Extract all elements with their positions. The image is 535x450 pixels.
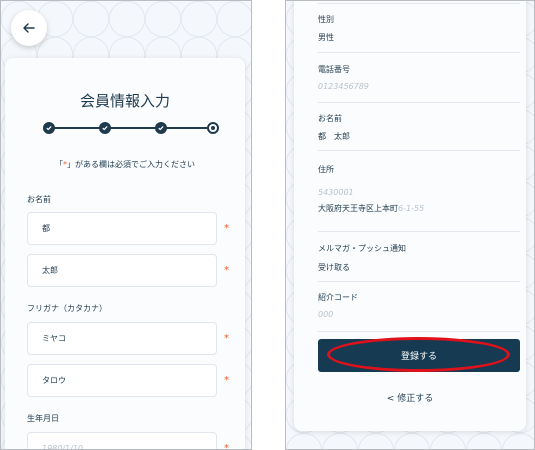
check-icon [158, 125, 164, 131]
input-screen: 会員情報入力 「*」がある欄は必須でご入力ください お名前 都 * 太郎 * フ… [0, 0, 252, 450]
required-mark: * [224, 375, 229, 386]
required-mark: * [224, 443, 229, 450]
confirm-screen: 性別 男性 電話番号 0123456789 お名前 都 太郎 住所 543000… [285, 0, 535, 450]
chevron-left-icon: < [386, 394, 395, 404]
first-name-input[interactable]: 太郎 [27, 254, 217, 287]
birth-label: 生年月日 [27, 414, 59, 423]
newsletter-value: 受け取る [318, 263, 350, 272]
divider [318, 281, 520, 282]
phone-label: 電話番号 [318, 65, 350, 74]
gender-value: 男性 [318, 33, 334, 42]
newsletter-label: メルマガ・プッシュ通知 [318, 244, 406, 253]
step-line [47, 127, 209, 129]
required-mark: * [224, 333, 229, 344]
check-icon [102, 125, 108, 131]
divider [318, 102, 520, 103]
divider [318, 52, 520, 53]
check-icon [46, 125, 52, 131]
first-kana-input[interactable]: タロウ [27, 364, 217, 397]
step-4-current [207, 122, 219, 134]
page-title: 会員情報入力 [79, 92, 170, 110]
divider [318, 231, 520, 232]
name-label: お名前 [318, 114, 342, 123]
confirm-card: 性別 男性 電話番号 0123456789 お名前 都 太郎 住所 543000… [294, 1, 526, 431]
register-button[interactable]: 登録する [318, 339, 520, 372]
name-value: 都 太郎 [318, 132, 350, 141]
step-indicator [43, 122, 219, 134]
step-3-completed [155, 122, 167, 134]
required-mark: * [224, 265, 229, 276]
required-note: 「*」がある欄は必須でご入力ください [55, 160, 195, 169]
required-mark: * [224, 223, 229, 234]
last-name-input[interactable]: 都 [27, 212, 217, 245]
address-label: 住所 [318, 165, 334, 174]
divider [318, 331, 520, 332]
address-value: 大阪府天王寺区上本町6-1-55 [318, 204, 425, 213]
name-label: お名前 [27, 195, 51, 204]
phone-value: 0123456789 [318, 82, 369, 91]
arrow-left-icon [23, 23, 35, 33]
back-button[interactable] [11, 10, 47, 46]
postal-code-value: 5430001 [318, 188, 354, 197]
step-2-completed [99, 122, 111, 134]
kana-label: フリガナ（カタカナ） [27, 304, 107, 313]
edit-back-link[interactable]: < 修正する [294, 391, 526, 404]
referral-value: 000 [318, 310, 334, 319]
step-1-completed [43, 122, 55, 134]
divider [318, 150, 520, 151]
last-kana-input[interactable]: ミヤコ [27, 322, 217, 355]
member-form-card: 会員情報入力 「*」がある欄は必須でご入力ください お名前 都 * 太郎 * フ… [5, 58, 245, 450]
divider [318, 3, 520, 4]
birthdate-input[interactable]: 1980/1/10 [27, 432, 217, 449]
referral-label: 紹介コード [318, 293, 358, 302]
gender-label: 性別 [318, 15, 334, 24]
